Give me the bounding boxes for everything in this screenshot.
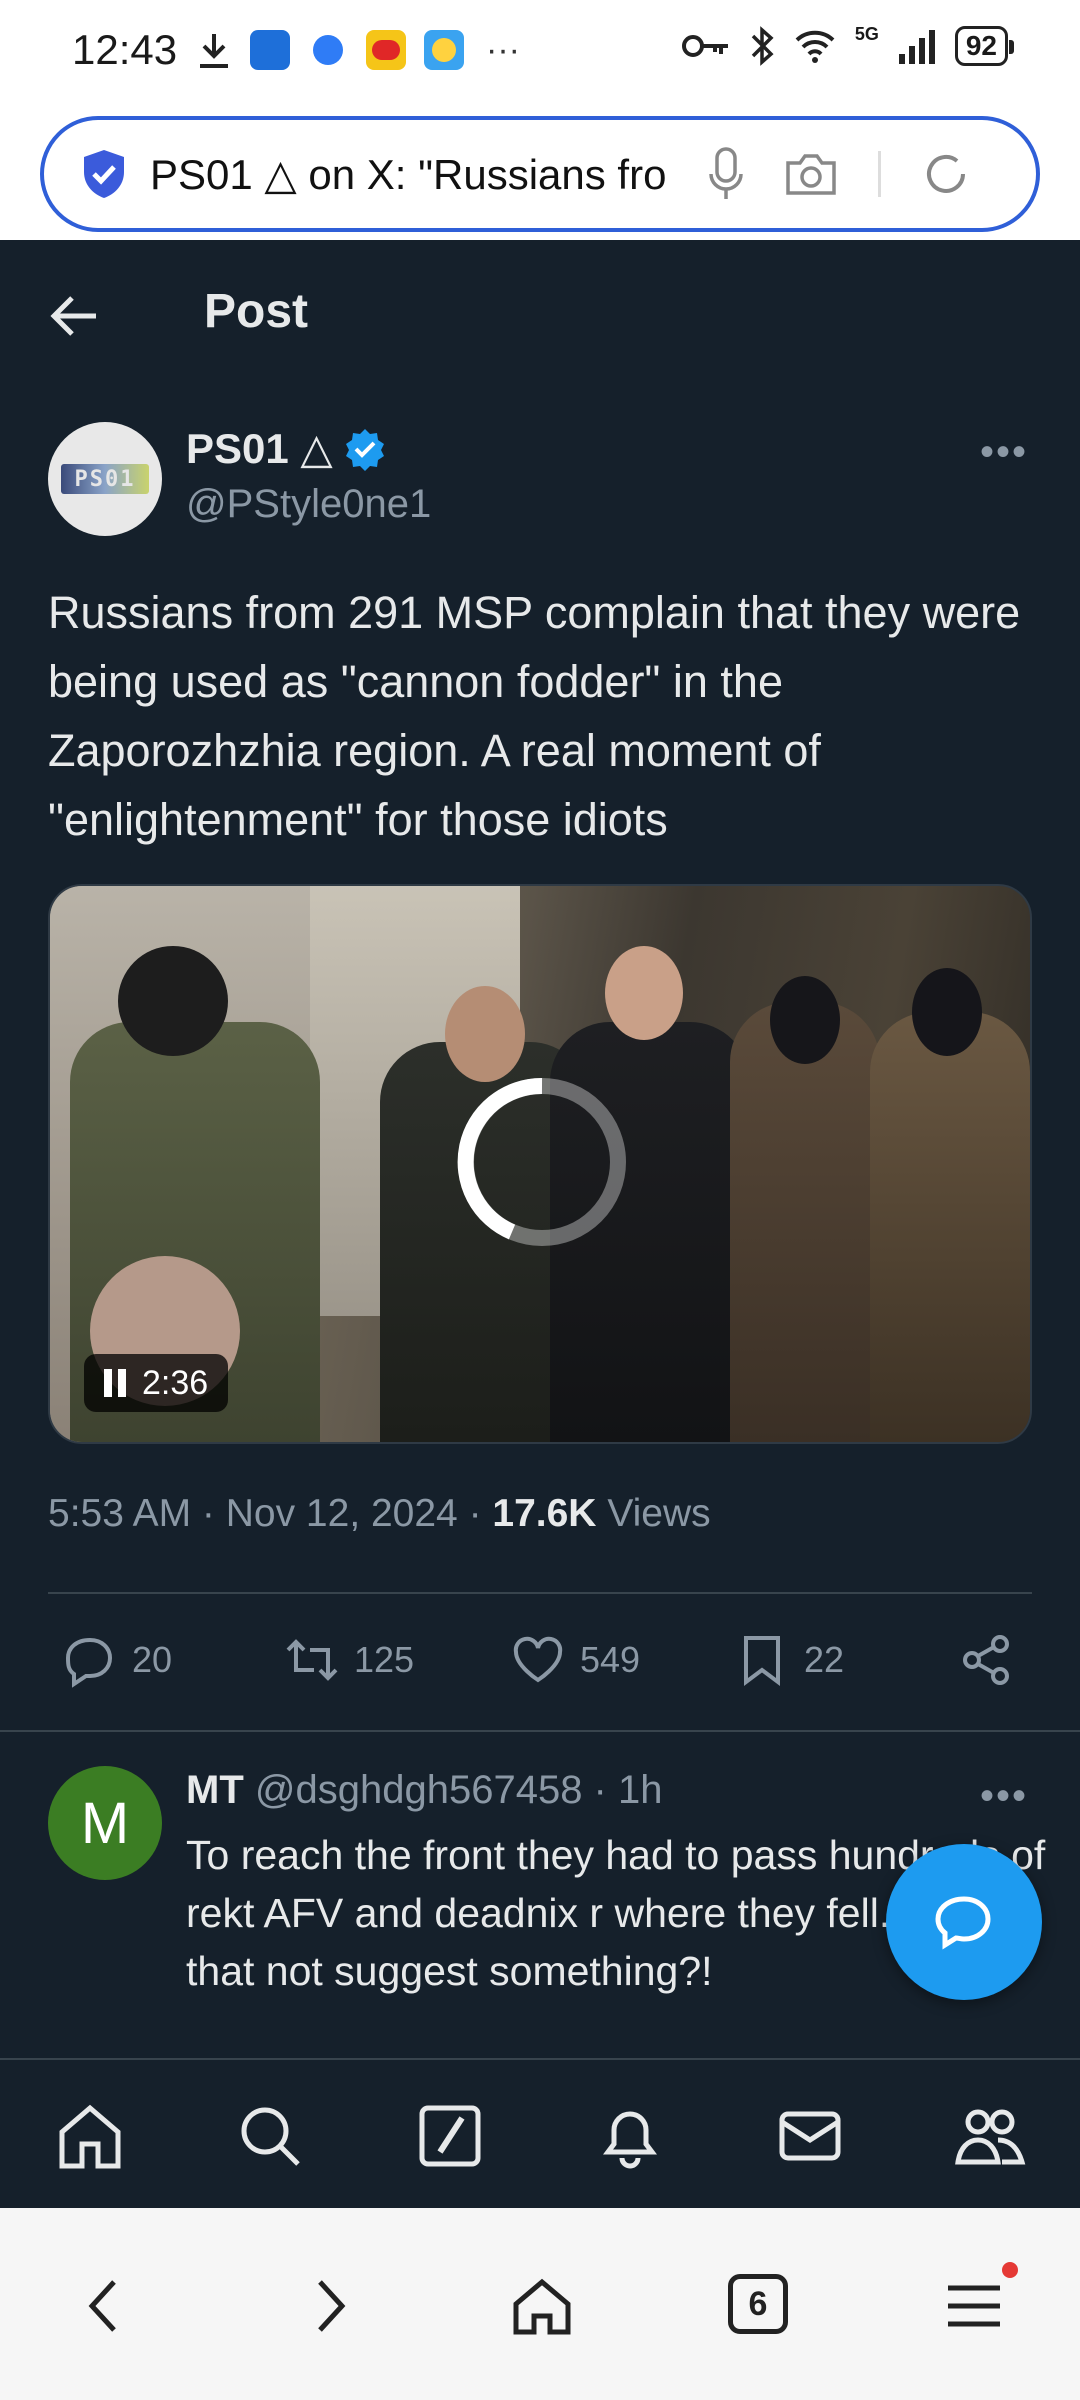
communities-icon[interactable] [954,2100,1026,2172]
page-title: Post [204,285,309,338]
avatar-logo: PS01 [61,464,149,494]
author-name[interactable]: PS01 △ [186,424,387,473]
video-duration-badge[interactable]: 2:36 [84,1354,229,1412]
share-button[interactable] [958,1632,1014,1688]
reply-icon [65,1637,113,1688]
repost-button[interactable]: 125 [284,1632,414,1688]
reply-button[interactable]: 20 [62,1632,172,1688]
browser-home-icon[interactable] [510,2274,574,2338]
repost-count: 125 [354,1639,415,1680]
system-status-icons: 5G 92 [681,23,1015,66]
reply-author-name: MT [186,1768,244,1812]
back-arrow-icon[interactable] [48,290,100,342]
battery-indicator: 92 [954,26,1015,66]
bookmark-button[interactable]: 22 [734,1632,844,1688]
video-figure-head [605,946,683,1040]
weather-icon [424,30,464,70]
reply-avatar[interactable]: M [48,1766,162,1880]
toolbar-separator [878,151,881,197]
weibo-icon [366,30,406,70]
search-icon[interactable] [234,2100,306,2172]
notification-icons: ··· [196,30,520,70]
reply-more-options-icon[interactable]: ••• [980,1774,1028,1819]
divider [0,1730,1080,1732]
author-name-text: PS01 △ [186,425,333,472]
like-button[interactable]: 549 [510,1632,640,1688]
heart-icon [513,1636,563,1683]
bookmark-count: 22 [804,1639,845,1680]
browser-notification-icon [308,30,348,70]
microphone-icon[interactable] [708,146,744,202]
author-handle[interactable]: @PStyle0ne1 [186,482,431,527]
video-duration: 2:36 [142,1363,209,1402]
views-label: Views [596,1492,711,1535]
address-bar[interactable]: PS01 △ on X: "Russians fro [40,116,1040,232]
verified-badge-icon [345,428,384,471]
chat-bubble-icon [935,1896,991,1950]
post-meta: 5:53 AM · Nov 12, 2024 · 17.6K Views [48,1492,711,1536]
url-text[interactable]: PS01 △ on X: "Russians fro [150,150,680,199]
share-icon [963,1635,1009,1685]
post-header: Post [0,240,1080,390]
more-notifications: ··· [486,30,520,69]
bookmark-icon [744,1636,780,1686]
more-options-icon[interactable]: ••• [980,430,1028,475]
browser-forward-icon[interactable] [296,2274,360,2338]
notifications-bell-icon[interactable] [594,2100,666,2172]
menu-notification-dot [1002,2262,1018,2278]
refresh-icon[interactable] [921,149,971,199]
menu-icon[interactable] [942,2274,1006,2338]
video-figure [870,1012,1030,1442]
video-figure-head [445,986,525,1082]
home-icon[interactable] [54,2100,126,2172]
signal-icon [898,30,935,64]
video-player[interactable]: 2:36 [48,884,1032,1444]
video-figure-head [118,946,228,1056]
network-type: 5G [854,23,879,44]
messages-envelope-icon[interactable] [774,2100,846,2172]
author-avatar[interactable]: PS01 [48,422,162,536]
video-figure-head [770,976,840,1064]
post-text: Russians from 291 MSP complain that they… [48,587,1021,845]
download-icon [200,34,228,68]
video-figure [730,1002,880,1442]
like-count: 549 [580,1639,641,1680]
status-time: 12:43 [72,26,178,73]
post-actions: 20 125 549 22 [0,1620,1080,1710]
key-icon [681,35,728,57]
post-timestamp: 5:53 AM · Nov 12, 2024 · [48,1492,493,1535]
browser-bottom-bar: 6 [0,2208,1080,2400]
app-notification-icon [250,30,290,70]
bottom-navigation [0,2058,1080,2208]
compose-reply-button[interactable] [886,1844,1042,2000]
reply-handle-time: @dsghdgh567458 · 1h [243,1768,663,1812]
grok-icon[interactable] [414,2100,486,2172]
loading-spinner-icon [457,1077,626,1246]
status-bar: 12:43 ··· 5G 92 [0,0,1080,100]
camera-icon[interactable] [784,151,838,197]
video-figure-head [912,968,982,1056]
shield-icon [84,150,124,198]
reply-count: 20 [132,1639,173,1680]
browser-back-icon[interactable] [74,2274,138,2338]
wifi-icon [795,30,835,63]
bluetooth-icon [751,26,774,66]
browser-toolbar: PS01 △ on X: "Russians fro [0,100,1080,240]
divider [48,1592,1032,1594]
views-count[interactable]: 17.6K [492,1492,596,1535]
tabs-count-button[interactable]: 6 [728,2274,788,2334]
pause-icon [104,1369,126,1397]
repost-icon [286,1639,338,1681]
reply-header[interactable]: MT @dsghdgh567458 · 1h [186,1768,662,1813]
